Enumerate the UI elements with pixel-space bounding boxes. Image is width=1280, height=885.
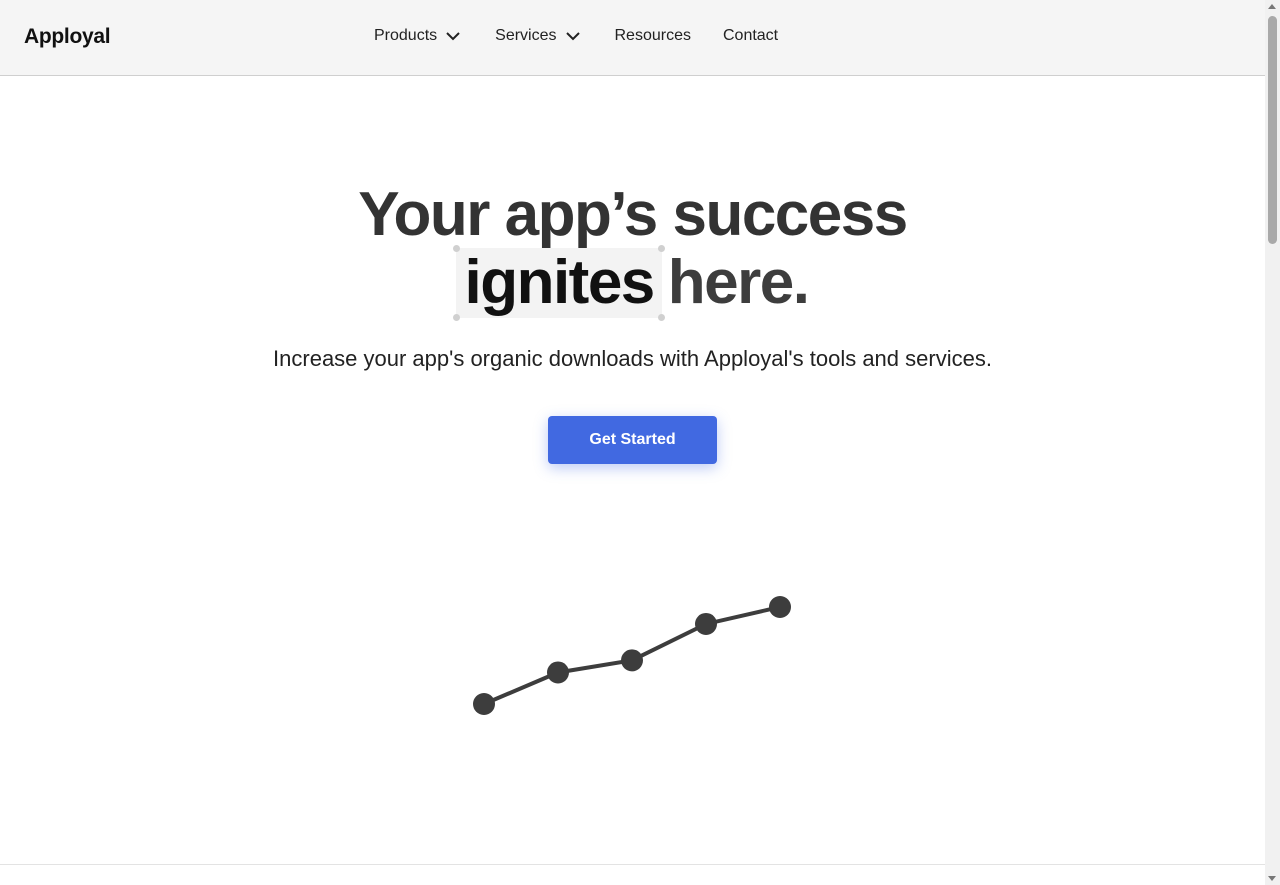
scrollbar[interactable] xyxy=(1265,0,1280,885)
resize-handle[interactable] xyxy=(657,314,665,321)
nav-services[interactable]: Services xyxy=(495,25,580,47)
growth-point xyxy=(473,693,495,715)
nav-services-label: Services xyxy=(495,27,557,44)
growth-line-graphic xyxy=(473,596,791,715)
nav-contact[interactable]: Contact xyxy=(723,25,778,47)
scroll-up-arrow-icon[interactable] xyxy=(1268,4,1276,9)
hero-headline-line1: Your app’s success xyxy=(358,180,908,249)
hero-headline-rest: here. xyxy=(667,248,810,317)
main-nav: Products Services Resources Contact xyxy=(374,25,778,47)
highlighted-word-text: ignites xyxy=(464,248,655,317)
hero-subtitle: Increase your app's organic downloads wi… xyxy=(273,346,992,371)
section-divider xyxy=(0,864,1265,865)
site-header: Apployal Products Services Resources Con… xyxy=(0,0,1265,76)
nav-products[interactable]: Products xyxy=(374,25,461,47)
resize-handle[interactable] xyxy=(453,314,461,321)
chevron-down-icon xyxy=(565,32,580,41)
scroll-thumb[interactable] xyxy=(1268,16,1277,244)
get-started-button[interactable]: Get Started xyxy=(548,416,717,464)
growth-point xyxy=(547,661,569,684)
nav-resources[interactable]: Resources xyxy=(615,25,691,47)
highlighted-word[interactable]: ignites xyxy=(453,245,665,321)
chevron-down-icon xyxy=(446,32,460,41)
nav-products-label: Products xyxy=(374,27,438,44)
hero-headline-line2: ignites here. xyxy=(0,245,1265,321)
growth-point xyxy=(769,596,791,618)
resize-handle[interactable] xyxy=(453,245,461,252)
logo[interactable]: Apployal xyxy=(24,25,111,49)
growth-point xyxy=(695,612,717,635)
scroll-down-arrow-icon[interactable] xyxy=(1268,876,1276,881)
resize-handle[interactable] xyxy=(657,245,665,252)
growth-point xyxy=(621,649,643,672)
